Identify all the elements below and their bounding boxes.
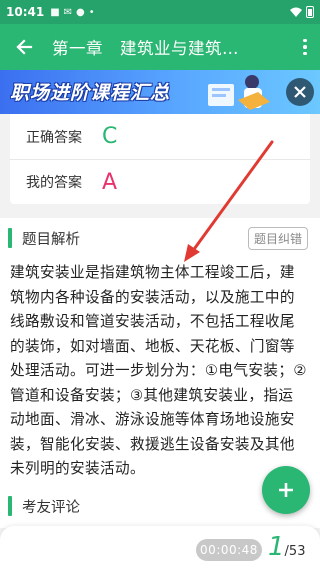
correct-answer-row: 正确答案 C bbox=[10, 114, 310, 159]
analysis-text: 建筑安装业是指建筑物主体工程竣工后，建筑物内各种设备的安装活动，以及施工中的线路… bbox=[10, 264, 307, 477]
analysis-header: 题目解析 题目纠错 bbox=[0, 218, 320, 258]
progress-total: /53 bbox=[284, 544, 306, 559]
comments-title: 考友评论 bbox=[22, 499, 80, 516]
my-answer-row: 我的答案 A bbox=[10, 159, 310, 204]
answers-card: 正确答案 C 我的答案 A bbox=[10, 114, 310, 204]
reading-person-illustration bbox=[208, 75, 270, 110]
promo-banner[interactable]: 职场进阶课程汇总 bbox=[0, 70, 320, 114]
add-button[interactable] bbox=[262, 466, 310, 514]
correct-answer-label: 正确答案 bbox=[26, 129, 82, 146]
wifi-icon bbox=[290, 7, 302, 17]
dot-icon: • bbox=[88, 6, 95, 18]
close-icon bbox=[294, 86, 306, 98]
bottom-bar: 00:00:48 1 /53 bbox=[0, 526, 320, 568]
back-button[interactable] bbox=[0, 24, 48, 70]
correct-answer-value: C bbox=[102, 124, 118, 149]
analysis-section: 题目解析 题目纠错 建筑安装业是指建筑物主体工程竣工后，建筑物内各种设备的安装活… bbox=[0, 218, 320, 486]
close-banner-button[interactable] bbox=[286, 78, 314, 106]
my-answer-value: A bbox=[102, 169, 118, 195]
app-icon: ● bbox=[76, 6, 85, 18]
analysis-title: 题目解析 bbox=[22, 231, 80, 248]
my-answer-label: 我的答案 bbox=[26, 175, 82, 191]
timer: 00:00:48 bbox=[196, 539, 262, 561]
status-time: 10:41 bbox=[6, 5, 45, 19]
question-progress[interactable]: 1 /53 bbox=[268, 532, 305, 562]
section-accent-bar bbox=[8, 228, 12, 248]
notification-icon: ■ bbox=[50, 6, 60, 18]
battery-icon bbox=[306, 6, 314, 18]
progress-current: 1 bbox=[268, 532, 285, 562]
report-error-button[interactable]: 题目纠错 bbox=[247, 226, 308, 250]
arrow-left-icon bbox=[16, 39, 33, 55]
page-title: 第一章 建筑业与建筑… bbox=[52, 39, 239, 58]
app-bar: 第一章 建筑业与建筑… bbox=[0, 24, 320, 70]
message-icon: ✉ bbox=[63, 6, 73, 18]
banner-text: 职场进阶课程汇总 bbox=[10, 82, 171, 104]
status-bar: 10:41 ■ ✉ ● • bbox=[0, 0, 320, 24]
section-accent-bar bbox=[8, 496, 12, 516]
more-vertical-icon bbox=[303, 38, 307, 56]
more-options-button[interactable] bbox=[290, 24, 320, 70]
plus-icon bbox=[279, 483, 293, 497]
